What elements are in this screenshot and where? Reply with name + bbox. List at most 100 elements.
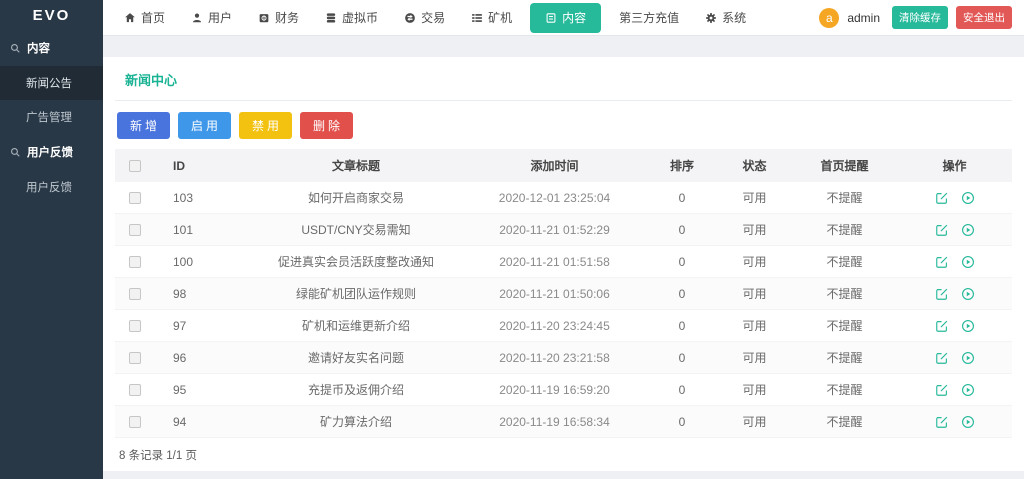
play-icon[interactable] — [961, 351, 975, 365]
cell-id: 98 — [155, 278, 250, 310]
cell-title: 绿能矿机团队运作规则 — [250, 278, 462, 310]
cell-time: 2020-11-20 23:24:45 — [462, 310, 647, 342]
edit-icon[interactable] — [935, 287, 949, 301]
cell-time: 2020-11-21 01:50:06 — [462, 278, 647, 310]
add-button[interactable]: 新增 — [117, 112, 170, 139]
play-icon[interactable] — [961, 287, 975, 301]
nav-miner[interactable]: 矿机 — [458, 0, 525, 35]
cell-title: 促进真实会员活跃度整改通知 — [250, 246, 462, 278]
col-time: 添加时间 — [462, 149, 647, 182]
cell-time: 2020-11-21 01:51:58 — [462, 246, 647, 278]
cell-time: 2020-11-19 16:58:34 — [462, 406, 647, 438]
cell-title: 邀请好友实名问题 — [250, 342, 462, 374]
coins-stack-icon — [325, 12, 337, 24]
toolbar: 新增 启用 禁用 删除 — [115, 101, 1012, 149]
table-row: 101 USDT/CNY交易需知 2020-11-21 01:52:29 0 可… — [115, 214, 1012, 246]
cell-sort: 0 — [647, 246, 717, 278]
cell-remind: 不提醒 — [792, 374, 897, 406]
sidebar-item-news[interactable]: 新闻公告 — [0, 66, 103, 100]
table-row: 100 促进真实会员活跃度整改通知 2020-11-21 01:51:58 0 … — [115, 246, 1012, 278]
cell-id: 95 — [155, 374, 250, 406]
cell-id: 103 — [155, 182, 250, 214]
row-checkbox[interactable] — [129, 256, 141, 268]
cell-time: 2020-11-19 16:59:20 — [462, 374, 647, 406]
table-row: 97 矿机和运维更新介绍 2020-11-20 23:24:45 0 可用 不提… — [115, 310, 1012, 342]
play-icon[interactable] — [961, 319, 975, 333]
cell-sort: 0 — [647, 310, 717, 342]
search-icon — [10, 43, 21, 54]
table-row: 98 绿能矿机团队运作规则 2020-11-21 01:50:06 0 可用 不… — [115, 278, 1012, 310]
row-checkbox[interactable] — [129, 320, 141, 332]
play-icon[interactable] — [961, 415, 975, 429]
col-title: 文章标题 — [250, 149, 462, 182]
sidebar-item-ads[interactable]: 广告管理 — [0, 100, 103, 134]
cell-remind: 不提醒 — [792, 182, 897, 214]
edit-icon[interactable] — [935, 223, 949, 237]
row-checkbox[interactable] — [129, 288, 141, 300]
cell-id: 96 — [155, 342, 250, 374]
cell-sort: 0 — [647, 374, 717, 406]
sidebar-group-feedback[interactable]: 用户反馈 — [0, 134, 103, 170]
cell-remind: 不提醒 — [792, 406, 897, 438]
row-checkbox[interactable] — [129, 192, 141, 204]
cell-time: 2020-11-21 01:52:29 — [462, 214, 647, 246]
cell-sort: 0 — [647, 342, 717, 374]
logout-button[interactable]: 安全退出 — [956, 6, 1012, 29]
nav-thirdparty-recharge[interactable]: 第三方充值 — [606, 0, 692, 35]
play-icon[interactable] — [961, 191, 975, 205]
edit-icon[interactable] — [935, 319, 949, 333]
cell-status: 可用 — [717, 342, 792, 374]
nav-trade[interactable]: 交易 — [391, 0, 458, 35]
sidebar-group-label: 用户反馈 — [27, 144, 73, 160]
username: admin — [847, 11, 880, 25]
top-navbar: 首页 用户 财务 虚拟币 交易 矿机 内容 第三方充值 系统 — [103, 0, 1024, 36]
row-checkbox[interactable] — [129, 416, 141, 428]
table-row: 94 矿力算法介绍 2020-11-19 16:58:34 0 可用 不提醒 — [115, 406, 1012, 438]
sidebar-group-label: 内容 — [27, 40, 50, 56]
sidebar-item-feedback[interactable]: 用户反馈 — [0, 170, 103, 204]
table-header-row: ID 文章标题 添加时间 排序 状态 首页提醒 操作 — [115, 149, 1012, 182]
nav-content[interactable]: 内容 — [530, 3, 601, 33]
cell-time: 2020-12-01 23:25:04 — [462, 182, 647, 214]
delete-button[interactable]: 删除 — [300, 112, 353, 139]
app-logo: EVO — [0, 0, 103, 30]
edit-icon[interactable] — [935, 255, 949, 269]
cell-title: 矿力算法介绍 — [250, 406, 462, 438]
row-checkbox[interactable] — [129, 352, 141, 364]
cell-id: 94 — [155, 406, 250, 438]
play-icon[interactable] — [961, 255, 975, 269]
nav-users[interactable]: 用户 — [178, 0, 245, 35]
col-id: ID — [155, 149, 250, 182]
edit-icon[interactable] — [935, 191, 949, 205]
cell-sort: 0 — [647, 278, 717, 310]
cell-sort: 0 — [647, 406, 717, 438]
edit-icon[interactable] — [935, 415, 949, 429]
sidebar-group-content[interactable]: 内容 — [0, 30, 103, 66]
record-summary: 8 条记录 1/1 页 — [115, 438, 1012, 472]
cell-remind: 不提醒 — [792, 310, 897, 342]
cell-title: 矿机和运维更新介绍 — [250, 310, 462, 342]
edit-icon[interactable] — [935, 383, 949, 397]
safe-box-icon — [258, 12, 270, 24]
cell-status: 可用 — [717, 246, 792, 278]
edit-icon[interactable] — [935, 351, 949, 365]
nav-home[interactable]: 首页 — [111, 0, 178, 35]
gear-icon — [705, 12, 717, 24]
cell-time: 2020-11-20 23:21:58 — [462, 342, 647, 374]
cell-status: 可用 — [717, 182, 792, 214]
play-icon[interactable] — [961, 223, 975, 237]
row-checkbox[interactable] — [129, 224, 141, 236]
nav-system[interactable]: 系统 — [692, 0, 759, 35]
col-remind: 首页提醒 — [792, 149, 897, 182]
cell-id: 100 — [155, 246, 250, 278]
select-all-checkbox[interactable] — [129, 160, 141, 172]
clear-cache-button[interactable]: 清除缓存 — [892, 6, 948, 29]
nav-finance[interactable]: 财务 — [245, 0, 312, 35]
cell-remind: 不提醒 — [792, 278, 897, 310]
enable-button[interactable]: 启用 — [178, 112, 231, 139]
disable-button[interactable]: 禁用 — [239, 112, 292, 139]
row-checkbox[interactable] — [129, 384, 141, 396]
play-icon[interactable] — [961, 383, 975, 397]
avatar[interactable]: a — [819, 8, 839, 28]
nav-crypto[interactable]: 虚拟币 — [312, 0, 391, 35]
